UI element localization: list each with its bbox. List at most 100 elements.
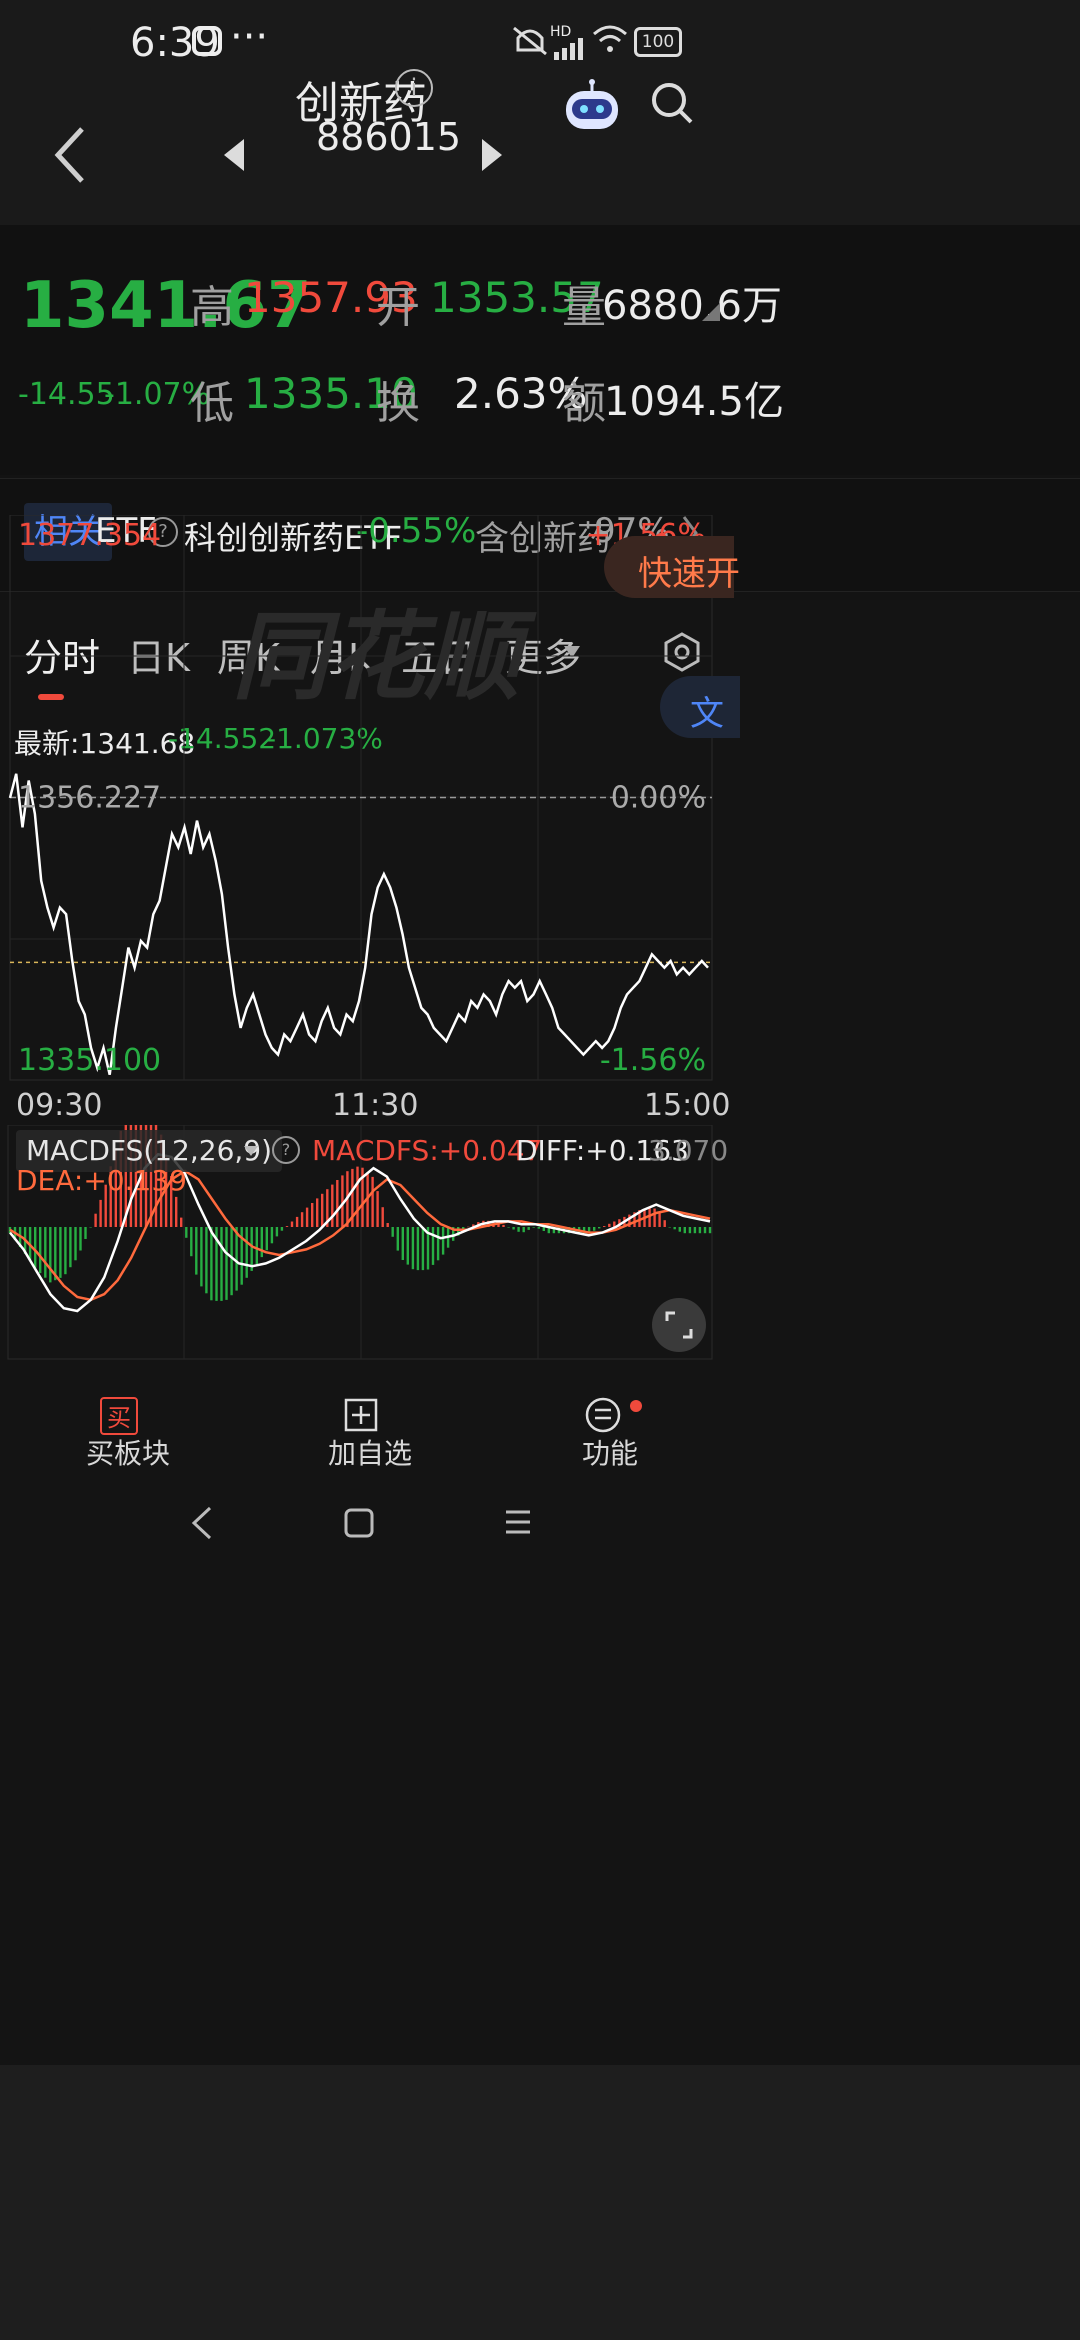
buy-sector-button[interactable]: 买板块 <box>86 1432 170 1472</box>
macd-bar <box>235 1227 238 1291</box>
macd-bar <box>94 1213 97 1227</box>
macd-bar <box>416 1227 420 1271</box>
y-tick-min: 1335.100 <box>18 1043 161 1078</box>
macd-bar <box>285 1226 289 1227</box>
macd-bar <box>356 1166 359 1227</box>
expand-corner-icon[interactable] <box>702 303 720 321</box>
watermark: 同花顺 <box>232 601 537 713</box>
macd-bar <box>678 1227 681 1232</box>
system-navigation-bar <box>0 2235 1080 2340</box>
macd-bar <box>708 1227 712 1234</box>
macd-bar <box>527 1227 530 1230</box>
macd-bar <box>391 1227 394 1237</box>
macd-bar <box>39 1227 42 1274</box>
info-icon[interactable]: i <box>395 69 433 107</box>
macd-bar <box>210 1227 213 1301</box>
macd-bar <box>230 1227 233 1296</box>
macd-bar <box>34 1227 37 1268</box>
amount-value: 1094.5亿 <box>604 379 784 425</box>
back-icon[interactable] <box>50 123 90 187</box>
macd-bar <box>290 1221 294 1227</box>
macd-bar <box>295 1216 299 1227</box>
search-icon[interactable] <box>650 81 694 125</box>
macd-bar <box>693 1227 697 1234</box>
more-notifications-icon: ··· <box>230 14 269 60</box>
bottom-action-bar <box>0 2065 1080 2235</box>
macd-bar <box>668 1227 671 1228</box>
macd-bar <box>537 1227 540 1229</box>
add-watchlist-icon[interactable] <box>344 1398 378 1432</box>
macd-bar <box>44 1227 47 1278</box>
macd-bar <box>542 1227 545 1231</box>
battery-icon: 100 <box>634 27 682 57</box>
stock-code: 886015 <box>316 115 462 159</box>
macd-bar <box>265 1227 268 1251</box>
macd-bar <box>512 1227 515 1230</box>
macd-bar <box>376 1191 379 1227</box>
macd-bar <box>79 1227 82 1251</box>
function-badge-dot <box>630 1400 642 1412</box>
macd-bar <box>220 1227 223 1301</box>
prev-stock-icon[interactable] <box>222 137 246 173</box>
macd-bar <box>185 1227 188 1238</box>
macd-bar <box>411 1227 415 1270</box>
macd-bar <box>603 1226 606 1227</box>
function-button[interactable]: 功能 <box>582 1432 638 1472</box>
macd-bar <box>467 1226 470 1228</box>
status-bar: 6:39 ··· HD 100 <box>0 0 1080 115</box>
price-line <box>8 773 709 1075</box>
y-tick-ref: 1356.227 <box>18 781 161 816</box>
system-menu-icon[interactable] <box>504 1508 532 1536</box>
side-text-tab[interactable]: 文 <box>660 676 740 738</box>
quick-open-button[interactable]: 快速开 <box>604 536 740 598</box>
high-label: 高 <box>190 282 234 333</box>
macd-bar <box>381 1207 384 1227</box>
macd-bar <box>74 1227 77 1261</box>
macd-bar <box>255 1227 258 1264</box>
macd-bar <box>180 1217 183 1227</box>
function-menu-icon[interactable] <box>585 1397 621 1433</box>
macd-bar <box>688 1227 692 1234</box>
open-label: 开 <box>376 282 420 333</box>
signal-icon <box>554 38 583 60</box>
ai-robot-icon[interactable] <box>560 79 624 135</box>
quick-open-label: 快速开 <box>638 554 740 594</box>
macd-bar <box>441 1227 445 1255</box>
next-stock-icon[interactable] <box>480 137 504 173</box>
macd-bar <box>205 1227 208 1294</box>
macd-bar <box>698 1227 702 1234</box>
quote-panel: 1341.67 -14.55 -1.07% 高 1357.93 低 1335.1… <box>0 225 1080 475</box>
y-tick-max: 1377.354 <box>18 518 161 553</box>
mute-icon <box>513 26 547 56</box>
volume-value: 6880.6万 <box>602 283 782 329</box>
macd-bar <box>648 1208 651 1227</box>
macd-label: MACDFS(12,26,9) <box>26 1134 273 1167</box>
macd-bar <box>406 1227 409 1265</box>
system-back-icon[interactable] <box>190 1506 214 1540</box>
macd-bar <box>64 1227 67 1275</box>
macd-bar <box>49 1227 52 1283</box>
app-notification-icon <box>192 26 222 56</box>
macd-bar <box>436 1227 440 1261</box>
macd-axis-max: 3.070 <box>648 1134 729 1167</box>
macd-bar <box>386 1223 389 1227</box>
macd-dropdown-icon[interactable] <box>244 1146 258 1156</box>
macd-bar <box>336 1180 339 1227</box>
macd-bar <box>300 1212 304 1227</box>
macd-bar <box>532 1227 535 1228</box>
macd-bar <box>421 1227 425 1271</box>
macd-help-icon[interactable]: ? <box>272 1136 300 1164</box>
macd-bar <box>608 1223 611 1227</box>
macd-bar <box>84 1227 87 1239</box>
price-change: -14.55 <box>18 377 115 412</box>
macd-bar <box>653 1208 656 1227</box>
macdfs-value: MACDFS:+0.047 <box>312 1134 543 1167</box>
add-watchlist-button[interactable]: 加自选 <box>328 1432 412 1472</box>
macd-bar <box>280 1227 284 1231</box>
intraday-price-chart[interactable]: 同花顺 1377.354 1356.227 1335.100 +1.56% 0.… <box>0 515 1080 1085</box>
system-home-icon[interactable] <box>344 1508 374 1538</box>
fullscreen-button[interactable] <box>652 1298 706 1352</box>
amount-label: 额 <box>562 378 606 429</box>
macd-bar <box>250 1227 253 1271</box>
macd-bar <box>311 1203 314 1227</box>
